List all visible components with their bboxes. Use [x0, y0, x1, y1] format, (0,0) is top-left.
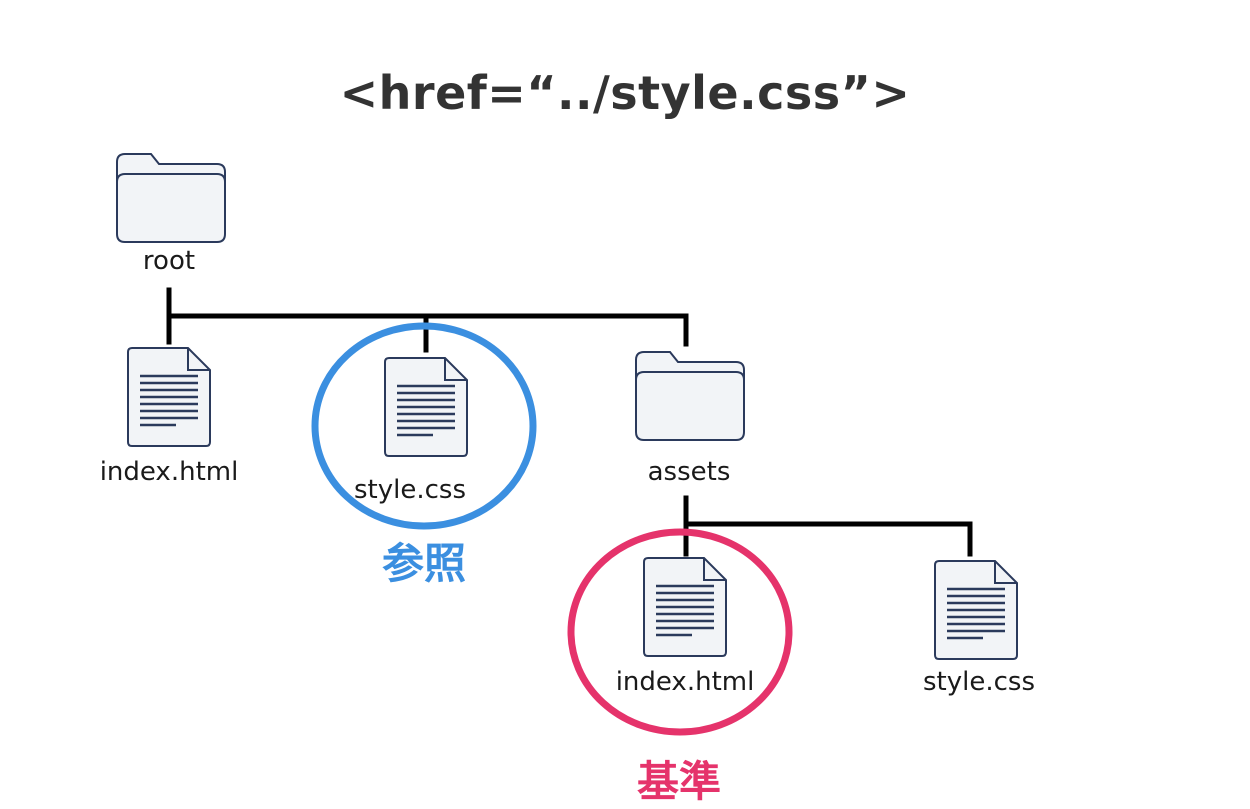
assets-index-label: index.html — [615, 667, 755, 697]
assets-index-file-icon — [642, 556, 728, 658]
root-folder-icon — [116, 153, 226, 243]
assets-style-file-icon — [933, 559, 1019, 661]
root-index-label: index.html — [99, 457, 239, 487]
root-style-file-icon — [383, 356, 469, 458]
reference-tag: 参照 — [381, 539, 466, 588]
root-folder-label: root — [142, 246, 196, 276]
root-style-label: style.css — [354, 475, 466, 505]
root-index-file-icon — [126, 346, 212, 448]
assets-folder-icon — [635, 351, 745, 441]
assets-style-label: style.css — [923, 667, 1035, 697]
assets-folder-label: assets — [647, 457, 731, 487]
connector-lines — [166, 287, 973, 557]
